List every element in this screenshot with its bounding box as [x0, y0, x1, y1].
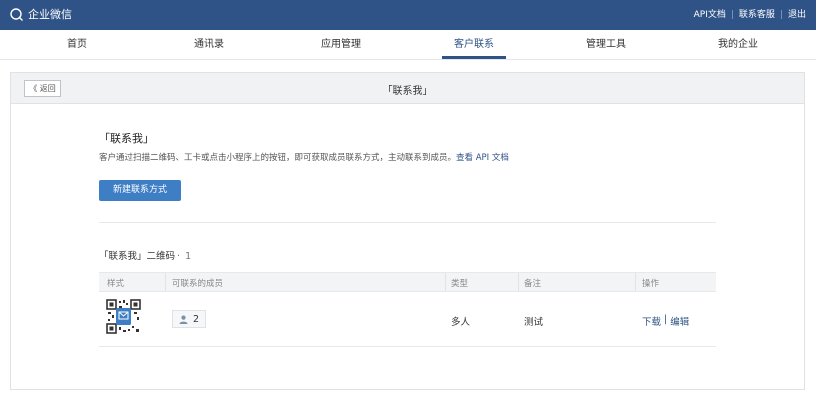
section-description: 客户通过扫描二维码、工卡或点击小程序上的按钮，即可获取成员联系方式，主动联系到成…: [99, 151, 509, 163]
support-link[interactable]: 联系客服: [739, 9, 775, 21]
app-logo[interactable]: 企业微信: [10, 8, 72, 22]
section-title: 「联系我」: [99, 132, 154, 145]
column-header-actions: 操作: [642, 279, 660, 289]
column-divider: [445, 273, 446, 291]
nav-item-apps[interactable]: 应用管理: [321, 30, 361, 60]
column-divider: [165, 273, 166, 291]
qr-code-icon[interactable]: [106, 299, 141, 334]
user-icon: [179, 315, 188, 324]
description-text: 客户通过扫描二维码、工卡或点击小程序上的按钮，即可获取成员联系方式，主动联系到成…: [99, 153, 457, 163]
top-bar: 企业微信 API文档 | 联系客服 | 退出: [0, 0, 816, 30]
logout-link[interactable]: 退出: [788, 9, 806, 21]
row-note: 测试: [524, 317, 544, 328]
section-divider: [99, 222, 716, 223]
action-separator: |: [664, 314, 668, 325]
top-links: API文档 | 联系客服 | 退出: [694, 9, 806, 21]
edit-link[interactable]: 编辑: [670, 314, 689, 328]
chat-bubble-icon: [10, 8, 23, 21]
download-link[interactable]: 下载: [642, 314, 661, 328]
panel-header: 《 返回 「联系我」: [11, 73, 804, 104]
qr-list-heading: 「联系我」二维码: [99, 251, 176, 262]
top-link-separator: |: [779, 10, 783, 20]
top-link-separator: |: [730, 10, 734, 20]
create-contact-button[interactable]: 新建联系方式: [99, 180, 181, 201]
qr-list-title: 「联系我」二维码 · 1: [99, 248, 191, 262]
panel-title: 「联系我」: [382, 86, 433, 97]
row-actions: 下载 | 编辑: [642, 314, 689, 328]
qr-count-prefix: ·: [177, 251, 184, 262]
column-header-type: 类型: [451, 279, 469, 289]
row-type: 多人: [451, 317, 471, 328]
qr-count: 1: [185, 251, 192, 262]
table-row: 2 多人 测试 下载 | 编辑: [99, 292, 716, 347]
table-header: 样式 可联系的成员 类型 备注 操作: [99, 272, 716, 292]
nav-item-home[interactable]: 首页: [67, 30, 87, 60]
column-header-style: 样式: [107, 279, 125, 289]
app-name: 企业微信: [28, 8, 72, 21]
column-header-members: 可联系的成员: [172, 279, 224, 289]
column-divider: [635, 273, 636, 291]
main-nav: 首页 通讯录 应用管理 客户联系 管理工具 我的企业: [0, 30, 816, 60]
nav-item-my-company[interactable]: 我的企业: [718, 30, 758, 60]
api-docs-link[interactable]: API文档: [694, 9, 726, 21]
active-nav-indicator: [442, 56, 506, 59]
column-header-note: 备注: [524, 279, 542, 289]
nav-item-contacts[interactable]: 通讯录: [194, 30, 224, 60]
nav-item-tools[interactable]: 管理工具: [586, 30, 626, 60]
member-count: 2: [193, 313, 200, 325]
column-divider: [518, 273, 519, 291]
api-docs-inline-link[interactable]: 查看 API 文档: [456, 153, 509, 163]
member-count-badge[interactable]: 2: [172, 310, 207, 328]
